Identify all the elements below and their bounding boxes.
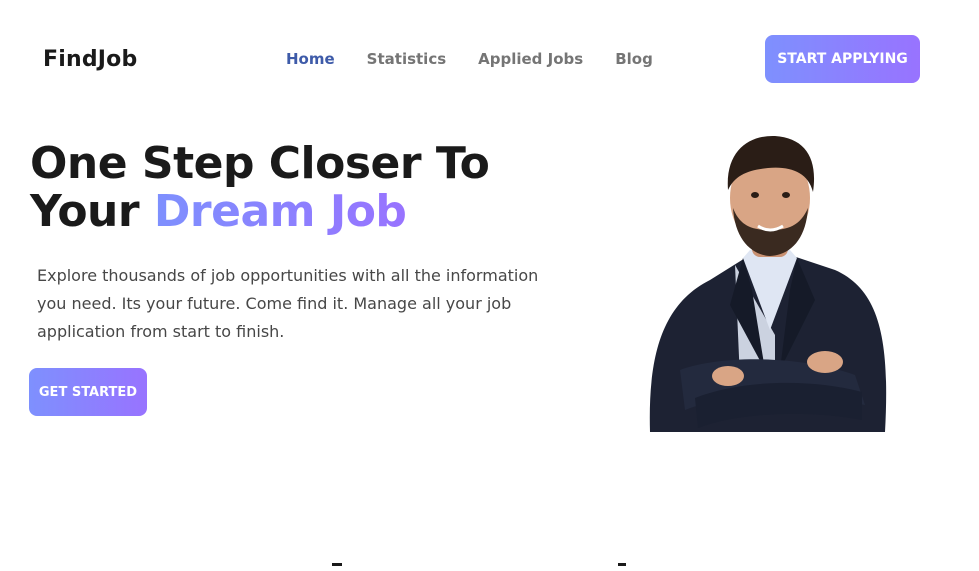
get-started-button[interactable]: GET STARTED [29,368,147,416]
hero-title-line1: One Step Closer To [30,138,490,189]
start-applying-button[interactable]: START APPLYING [765,35,920,83]
hero-description: Explore thousands of job opportunities w… [37,266,539,341]
next-section-heading-peek [320,563,640,571]
man-portrait-image [640,130,900,435]
page: FindJob Home Statistics Applied Jobs Blo… [0,0,979,571]
hero-title: One Step Closer To Your Dream Job [30,140,590,236]
hero-title-accent: Dream Job [153,186,407,237]
main-nav: Home Statistics Applied Jobs Blog [286,50,685,68]
hero-title-plain: Your [30,186,140,237]
nav-blog[interactable]: Blog [615,50,653,68]
nav-home[interactable]: Home [286,50,335,68]
site-header: FindJob Home Statistics Applied Jobs Blo… [0,0,979,120]
nav-statistics[interactable]: Statistics [367,50,446,68]
nav-applied-jobs[interactable]: Applied Jobs [478,50,583,68]
logo[interactable]: FindJob [43,47,137,72]
